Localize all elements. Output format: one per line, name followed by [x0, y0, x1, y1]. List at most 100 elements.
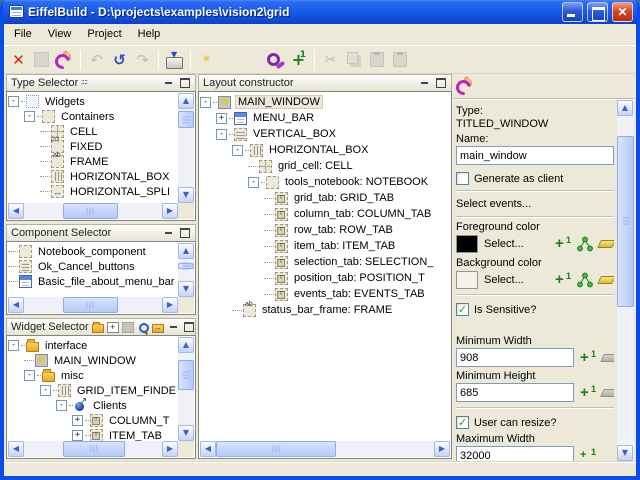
new-folder-icon[interactable]: [92, 324, 104, 333]
panel-minimize-icon[interactable]: [167, 322, 180, 333]
scroll-left-button[interactable]: ◀: [8, 297, 24, 313]
tree-item-misc[interactable]: -misc: [8, 368, 178, 383]
widget-selector-header[interactable]: Widget Selector: [6, 318, 196, 335]
scrollbar-thumb[interactable]: [63, 203, 118, 219]
menu-project[interactable]: Project: [79, 25, 129, 43]
tree-item-ok-cancel-buttons[interactable]: Ok_Cancel_buttons: [8, 259, 178, 274]
search-icon[interactable]: [137, 322, 149, 333]
scroll-up-button[interactable]: ▲: [178, 337, 194, 353]
foreground-select-button[interactable]: Select...: [484, 238, 524, 250]
tree-item-grid-item-finde[interactable]: -GRID_ITEM_FINDE: [8, 383, 178, 398]
user-can-resize-checkbox[interactable]: ✓: [456, 416, 469, 429]
scroll-right-button[interactable]: ▶: [162, 203, 178, 219]
is-sensitive-checkbox[interactable]: ✓: [456, 303, 469, 316]
scrollbar-thumb[interactable]: [63, 297, 118, 313]
collapse-toggle-icon[interactable]: -: [24, 370, 35, 381]
name-input[interactable]: [456, 146, 614, 165]
tree-item-status-bar-frame-frame[interactable]: status_bar_frame: FRAME: [200, 302, 450, 318]
vertical-scrollbar[interactable]: ▲ ▼: [617, 100, 634, 461]
panel-maximize-icon[interactable]: [178, 78, 191, 89]
tree-item-horizontal-box[interactable]: HORIZONTAL_BOX: [8, 169, 178, 184]
tree-item-fixed[interactable]: FIXED: [8, 139, 178, 154]
collapse-toggle-icon[interactable]: -: [232, 145, 243, 156]
tree-item-main-window[interactable]: MAIN_WINDOW: [8, 353, 178, 368]
panel-minimize-icon[interactable]: [418, 78, 431, 89]
minimum-width-input[interactable]: [456, 348, 574, 367]
tree-item-horizontal-spli[interactable]: HORIZONTAL_SPLI: [8, 184, 178, 199]
title-bar[interactable]: EiffelBuild - D:\projects\examples\visio…: [3, 0, 637, 24]
vertical-scrollbar[interactable]: ▲▼: [178, 93, 194, 203]
vertical-scrollbar[interactable]: ▲▼: [178, 243, 194, 297]
background-select-button[interactable]: Select...: [484, 274, 524, 286]
tree-item-main-window[interactable]: -MAIN_WINDOW: [200, 94, 450, 110]
scroll-down-button[interactable]: ▼: [178, 187, 194, 203]
add-constant-icon[interactable]: [580, 350, 596, 366]
tree-item-cell[interactable]: CELL: [8, 124, 178, 139]
wrench-button[interactable]: [53, 49, 76, 71]
scroll-left-button[interactable]: ◀: [8, 203, 24, 219]
scroll-right-button[interactable]: ▶: [162, 441, 178, 457]
tree-item-containers[interactable]: -Containers: [8, 109, 178, 124]
tree-item-widgets[interactable]: -Widgets: [8, 94, 178, 109]
panel-minimize-icon[interactable]: [162, 228, 175, 239]
panel-maximize-icon[interactable]: [434, 78, 447, 89]
add-constant-icon[interactable]: [555, 272, 571, 288]
tree-item-basic-file-about-menu-bar[interactable]: Basic_file_about_menu_bar: [8, 274, 178, 289]
tree-item-selection-tab-selection[interactable]: selection_tab: SELECTION_: [200, 254, 450, 270]
scroll-left-button[interactable]: ◀: [8, 441, 24, 457]
tools-button[interactable]: [264, 49, 287, 71]
scroll-down-button[interactable]: ▼: [178, 281, 194, 297]
tree-item-clients[interactable]: -Clients: [8, 398, 178, 413]
tree-item-menu-bar[interactable]: +MENU_BAR: [200, 110, 450, 126]
scrollbar-thumb[interactable]: [178, 360, 194, 390]
scroll-down-button[interactable]: ▼: [617, 445, 633, 461]
generate-as-client-checkbox[interactable]: [456, 172, 469, 185]
menu-file[interactable]: File: [6, 25, 40, 43]
layout-constructor-header[interactable]: Layout constructor: [198, 74, 452, 91]
delete-button[interactable]: [7, 49, 30, 71]
tree-item-position-tab-position-t[interactable]: position_tab: POSITION_T: [200, 270, 450, 286]
panel-maximize-icon[interactable]: [178, 228, 191, 239]
hierarchy-icon[interactable]: [577, 236, 593, 252]
eraser-icon[interactable]: [597, 276, 614, 284]
tree-item-notebook-component[interactable]: Notebook_component: [8, 244, 178, 259]
collapse-toggle-icon[interactable]: -: [24, 111, 35, 122]
tree-item-column-tab-column-tab[interactable]: column_tab: COLUMN_TAB: [200, 206, 450, 222]
component-selector-header[interactable]: Component Selector: [6, 224, 196, 241]
hierarchy-icon[interactable]: [577, 272, 593, 288]
tree-item-grid-cell-cell[interactable]: grid_cell: CELL: [200, 158, 450, 174]
tree-item-vertical-box[interactable]: -VERTICAL_BOX: [200, 126, 450, 142]
maximize-button[interactable]: [587, 2, 608, 22]
scroll-up-button[interactable]: ▲: [178, 243, 194, 259]
horizontal-scrollbar[interactable]: ◀▶: [8, 297, 178, 313]
collapse-toggle-icon[interactable]: -: [40, 385, 51, 396]
window-code-button[interactable]: [241, 49, 264, 71]
panel-minimize-icon[interactable]: [162, 78, 175, 89]
collapse-toggle-icon[interactable]: -: [248, 177, 259, 188]
grid-view-icon[interactable]: [81, 78, 93, 89]
add-constant-icon[interactable]: [580, 385, 596, 401]
tree-item-events-tab-events-tab[interactable]: events_tab: EVENTS_TAB: [200, 286, 450, 302]
expand-all-icon[interactable]: [107, 322, 119, 333]
blank-icon[interactable]: [122, 322, 134, 333]
collapse-toggle-icon[interactable]: -: [8, 340, 19, 351]
scrollbar-thumb[interactable]: [216, 441, 336, 457]
add-constant-icon[interactable]: [555, 236, 571, 252]
scroll-up-button[interactable]: ▲: [617, 100, 633, 116]
tree-item-grid-tab-grid-tab[interactable]: grid_tab: GRID_TAB: [200, 190, 450, 206]
add-constant-icon[interactable]: [580, 448, 596, 462]
expand-toggle-icon[interactable]: +: [216, 113, 227, 124]
collapse-toggle-icon[interactable]: -: [8, 96, 19, 107]
refresh-button[interactable]: [108, 49, 131, 71]
scrollbar-thumb[interactable]: [178, 111, 194, 127]
tree-item-item-tab-item-tab[interactable]: item_tab: ITEM_TAB: [200, 238, 450, 254]
tree-item-horizontal-box[interactable]: -HORIZONTAL_BOX: [200, 142, 450, 158]
select-events-button[interactable]: Select events...: [456, 198, 614, 210]
expand-toggle-icon[interactable]: +: [72, 415, 83, 426]
tree-item-column-t[interactable]: +COLUMN_T: [8, 413, 178, 428]
collapse-toggle-icon[interactable]: -: [56, 400, 67, 411]
settings-window-button[interactable]: [195, 49, 218, 71]
tree-item-tools-notebook-notebook[interactable]: -tools_notebook: NOTEBOOK: [200, 174, 450, 190]
scroll-right-button[interactable]: ▶: [434, 441, 450, 457]
tree-item-frame[interactable]: FRAME: [8, 154, 178, 169]
